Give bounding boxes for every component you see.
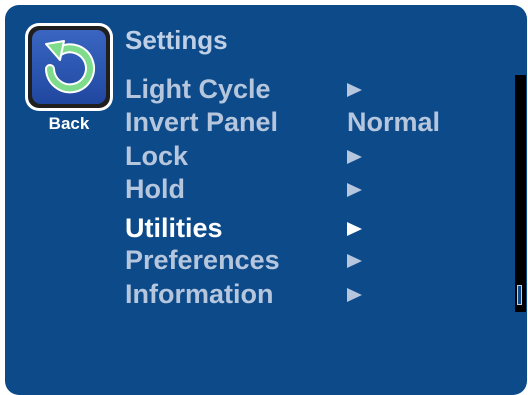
back-button-frame [28, 26, 110, 108]
settings-screen: Back Settings Light Cycle Invert Panel N… [5, 5, 527, 395]
menu-item-preferences[interactable]: Preferences [125, 244, 485, 277]
arrow-right-icon [347, 222, 362, 236]
menu-item-invert-panel[interactable]: Invert Panel Normal [125, 106, 485, 139]
menu-item-information[interactable]: Information [125, 278, 485, 311]
back-button-face [32, 30, 106, 104]
menu-item-light-cycle[interactable]: Light Cycle [125, 73, 485, 106]
scrollbar[interactable] [515, 75, 526, 312]
arrow-right-icon [347, 288, 362, 302]
menu-item-label: Preferences [125, 245, 280, 275]
arrow-right-icon [347, 183, 362, 197]
menu-item-utilities[interactable]: Utilities [125, 212, 485, 245]
menu-item-value: Normal [347, 107, 441, 137]
menu-item-lock[interactable]: Lock [125, 140, 485, 173]
menu-item-label: Information [125, 279, 274, 309]
arrow-right-icon [347, 83, 362, 97]
menu-item-label: Lock [125, 141, 189, 171]
back-arrow-icon [45, 40, 95, 94]
menu-item-label: Hold [125, 174, 185, 204]
scrollbar-thumb[interactable] [517, 285, 522, 305]
menu-item-label: Invert Panel [125, 107, 279, 137]
arrow-right-icon [347, 150, 362, 164]
back-button[interactable] [25, 23, 113, 111]
page-title: Settings [125, 25, 228, 55]
back-label: Back [48, 114, 90, 133]
menu-item-label: Light Cycle [125, 74, 271, 104]
menu-item-hold[interactable]: Hold [125, 173, 485, 206]
menu-item-label: Utilities [125, 213, 223, 243]
arrow-right-icon [347, 254, 362, 268]
